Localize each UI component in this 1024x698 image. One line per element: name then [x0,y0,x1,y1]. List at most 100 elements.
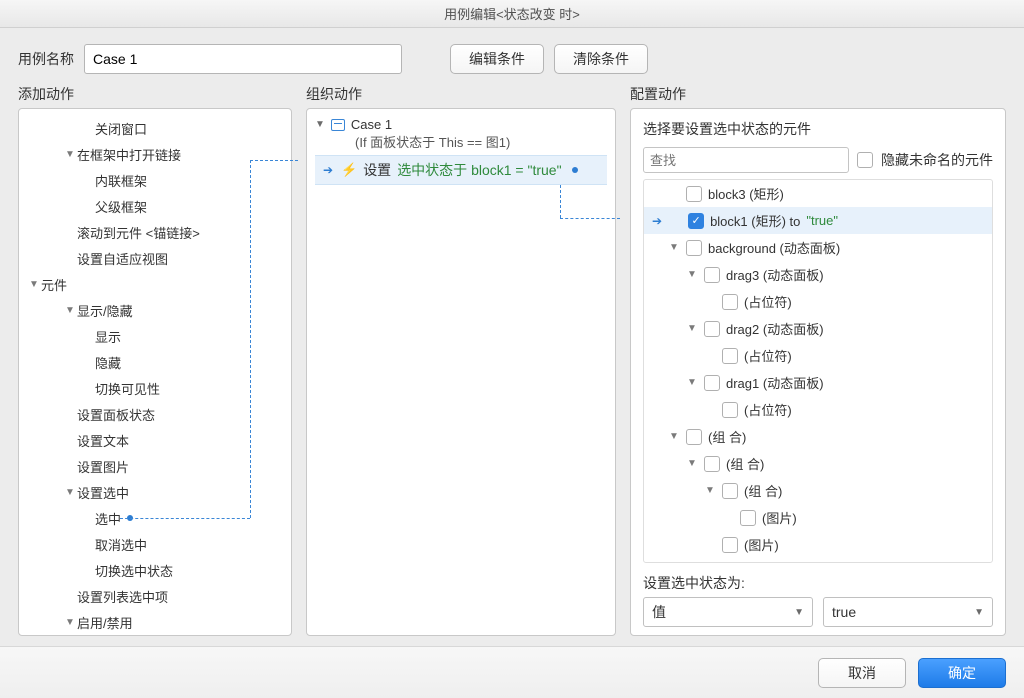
tree-item-label: 切换选中状态 [95,561,173,580]
item-checkbox[interactable] [704,456,720,472]
widget-item-label: (占位符) [744,292,792,311]
action-item[interactable]: ➔ ⚡ 设置 选中状态于 block1 = "true" [315,155,607,185]
widget-tree-item[interactable]: ▼ drag3 (动态面板) [644,261,992,288]
hide-unnamed-checkbox[interactable] [857,152,873,168]
case-name-input[interactable] [84,44,402,74]
item-checkbox[interactable] [722,294,738,310]
widget-item-label: (占位符) [744,346,792,365]
cancel-button[interactable]: 取消 [818,658,906,688]
disclosure-icon[interactable]: ▼ [686,458,698,469]
disclosure-icon[interactable]: ▼ [63,149,77,160]
widget-item-label: (组 合) [708,427,746,446]
disclosure-icon[interactable]: ▼ [27,279,41,290]
col-header-organize: 组织动作 [306,84,616,104]
chevron-down-icon: ▼ [974,607,984,618]
widget-item-label: drag1 (动态面板) [726,373,824,392]
item-checkbox[interactable]: ✓ [688,213,704,229]
widget-item-label: drag3 (动态面板) [726,265,824,284]
disclosure-icon[interactable]: ▼ [668,431,680,442]
item-checkbox[interactable] [722,348,738,364]
search-input[interactable] [643,147,849,173]
tree-item-label: 父级框架 [95,197,147,216]
disclosure-icon[interactable]: ▼ [315,119,325,130]
set-state-label: 设置选中状态为: [643,573,745,593]
case-label[interactable]: Case 1 [351,117,392,132]
tree-item[interactable]: ▼启用/禁用 [19,609,291,635]
disclosure-icon[interactable]: ▼ [686,377,698,388]
item-checkbox[interactable] [686,186,702,202]
tree-item-label: 在框架中打开链接 [77,145,181,164]
widget-tree-item[interactable]: (占位符) [644,288,992,315]
disclosure-icon[interactable]: ▼ [63,305,77,316]
clear-condition-button[interactable]: 清除条件 [554,44,648,74]
widget-tree-item[interactable]: (占位符) [644,342,992,369]
widget-tree-item[interactable]: block3 (矩形) [644,180,992,207]
window-title: 用例编辑<状态改变 时> [0,0,1024,28]
disclosure-icon[interactable]: ▼ [686,323,698,334]
disclosure-icon[interactable]: ▼ [704,485,716,496]
bolt-icon: ⚡ [341,162,357,178]
ok-button[interactable]: 确定 [918,658,1006,688]
item-checkbox[interactable] [722,402,738,418]
tree-item-label: 设置图片 [77,457,129,476]
disclosure-icon[interactable]: ▼ [668,242,680,253]
tree-item-label: 关闭窗口 [95,119,147,138]
tree-item[interactable]: 取消选中 [19,531,291,557]
widget-item-label: background (动态面板) [708,238,840,257]
item-checkbox[interactable] [704,267,720,283]
disclosure-icon[interactable]: ▼ [63,617,77,628]
item-checkbox[interactable] [704,375,720,391]
value-select[interactable]: true▼ [823,597,993,627]
tree-item-label: 元件 [41,275,67,294]
tree-item-label: 显示/隐藏 [77,301,133,320]
endpoint-dot [572,167,578,173]
value-type-select[interactable]: 值▼ [643,597,813,627]
hide-unnamed-label: 隐藏未命名的元件 [881,150,993,170]
case-condition: (If 面板状态于 This == 图1) [315,132,607,151]
widget-tree-item[interactable]: ▼ background (动态面板) [644,234,992,261]
tree-item-label: 设置选中 [77,483,129,502]
action-prefix: 设置 [363,160,391,180]
case-name-label: 用例名称 [18,49,74,69]
widget-item-label: (占位符) [744,400,792,419]
case-icon [331,119,345,131]
arrow-icon: ➔ [323,163,333,177]
widget-tree-item[interactable]: ➔✓block1 (矩形) to "true" [644,207,992,234]
config-title: 选择要设置选中状态的元件 [643,119,993,139]
item-checkbox[interactable] [686,429,702,445]
tree-item[interactable]: 关闭窗口 [19,115,291,141]
widget-item-label: block1 (矩形) to [710,211,800,230]
item-checkbox[interactable] [722,483,738,499]
widget-item-label: (图片) [744,535,779,554]
tree-item-label: 内联框架 [95,171,147,190]
disclosure-icon[interactable]: ▼ [686,269,698,280]
widget-tree-item[interactable]: ▼ drag1 (动态面板) [644,369,992,396]
widget-item-label: (图片) [762,508,797,527]
tree-item-label: 滚动到元件 <锚链接> [77,223,200,242]
tree-item-label: 切换可见性 [95,379,160,398]
col-header-add: 添加动作 [18,84,292,104]
tree-item-label: 取消选中 [95,535,147,554]
tree-item-label: 选中 [95,509,121,528]
widget-tree-item[interactable]: ▼ (组 合) [644,423,992,450]
widget-item-label: block3 (矩形) [708,184,784,203]
widget-tree[interactable]: block3 (矩形)➔✓block1 (矩形) to "true"▼backg… [643,179,993,563]
widget-tree-item[interactable]: ▼drag2 (动态面板) [644,315,992,342]
tree-item[interactable]: 设置列表选中项 [19,583,291,609]
widget-item-label: (组 合) [744,481,782,500]
item-checkbox[interactable] [686,240,702,256]
widget-tree-item[interactable]: (占位符) [644,396,992,423]
widget-tree-item[interactable]: (图片) [644,531,992,558]
tree-item[interactable]: 切换选中状态 [19,557,291,583]
disclosure-icon[interactable]: ▼ [63,487,77,498]
item-checkbox[interactable] [740,510,756,526]
col-header-configure: 配置动作 [630,84,1006,104]
widget-tree-item[interactable]: (图片) [644,504,992,531]
chevron-down-icon: ▼ [794,607,804,618]
item-checkbox[interactable] [722,537,738,553]
widget-item-label: (组 合) [726,454,764,473]
item-checkbox[interactable] [704,321,720,337]
widget-tree-item[interactable]: ▼ (组 合) [644,450,992,477]
edit-condition-button[interactable]: 编辑条件 [450,44,544,74]
widget-tree-item[interactable]: ▼ (组 合) [644,477,992,504]
